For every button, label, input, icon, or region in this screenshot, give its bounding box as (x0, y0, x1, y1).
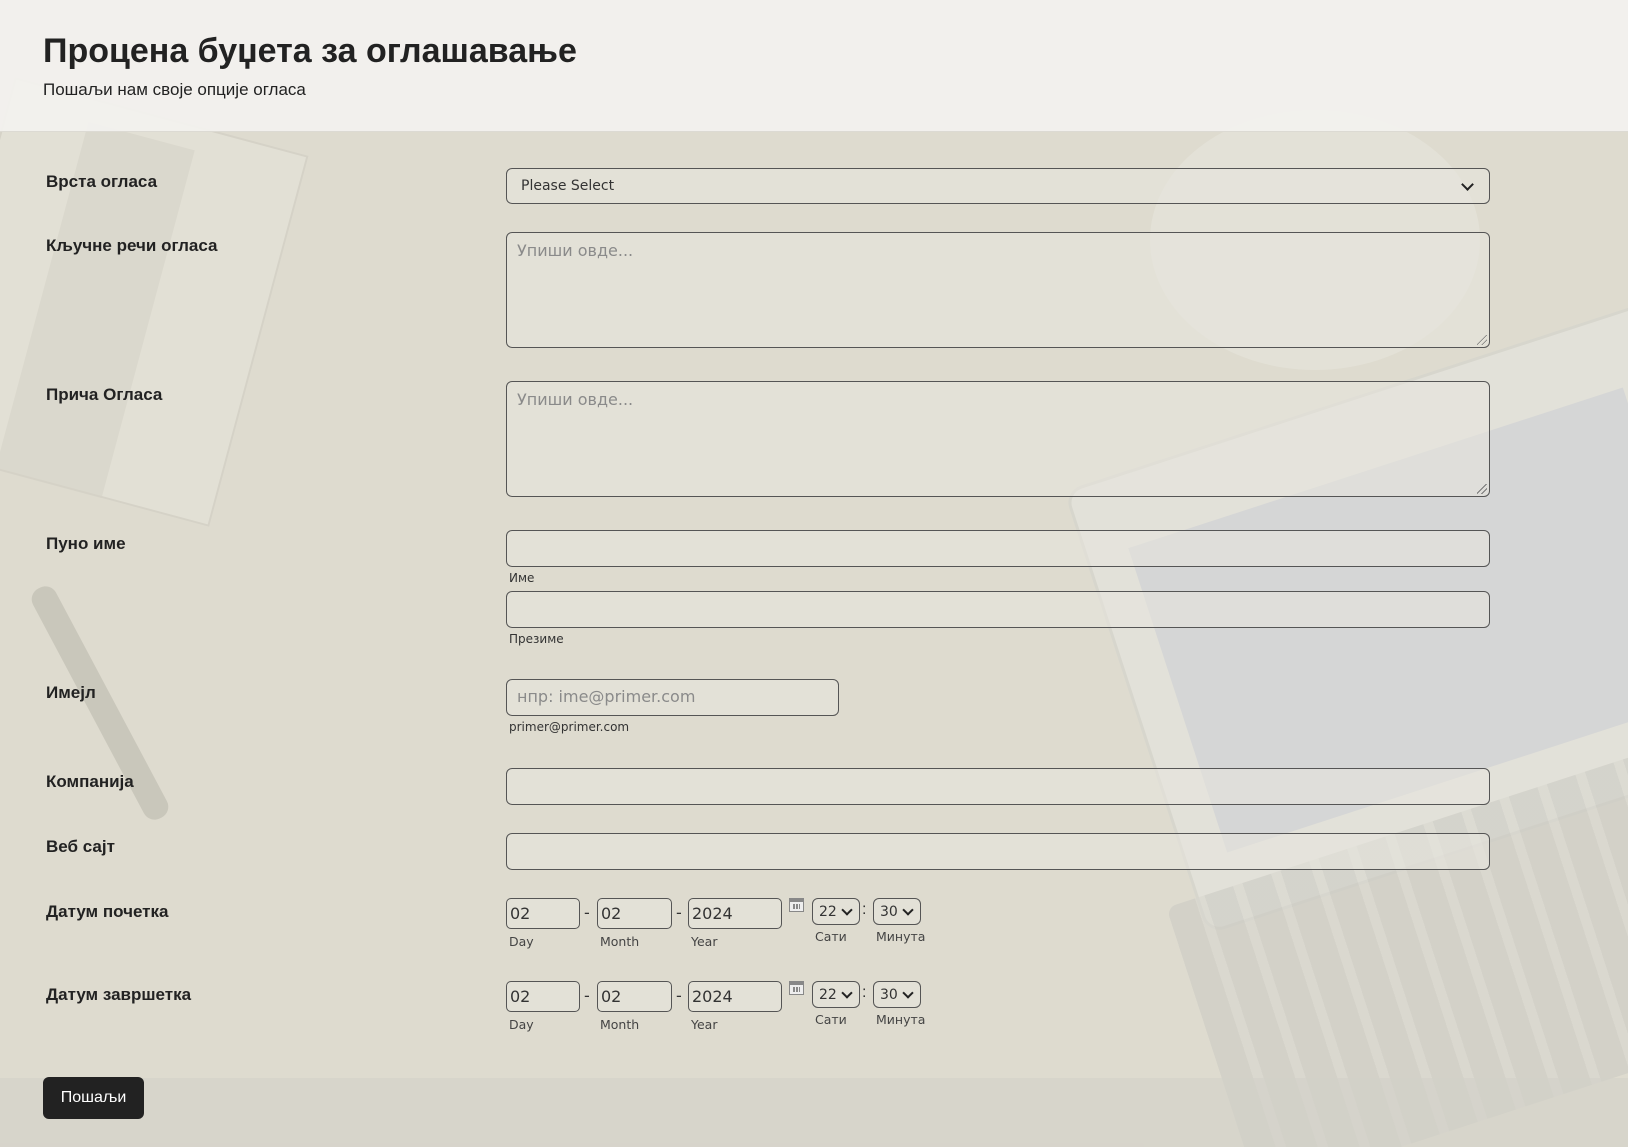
time-separator: : (862, 984, 867, 1001)
story-label: Прича Огласа (46, 385, 163, 404)
full-name-label: Пуно име (46, 534, 126, 553)
website-label: Веб сајт (46, 837, 115, 856)
minute-sublabel: Минута (876, 929, 926, 944)
end-hour-value: 22 (819, 986, 837, 1003)
first-name-input[interactable] (506, 530, 1490, 567)
page-subtitle: Пошаљи нам своје опције огласа (43, 80, 306, 99)
last-name-sublabel: Презиме (509, 632, 564, 646)
start-hour-value: 22 (819, 903, 837, 920)
start-minute-select[interactable]: 30 (873, 898, 921, 925)
website-input[interactable] (506, 833, 1490, 870)
last-name-input[interactable] (506, 591, 1490, 628)
ad-type-select[interactable]: Please Select (506, 168, 1490, 204)
email-sublabel: primer@primer.com (509, 720, 630, 734)
page-title: Процена буџета за оглашавање (43, 32, 577, 70)
start-hour-select[interactable]: 22 (812, 898, 860, 925)
start-date-label: Датум почетка (46, 902, 169, 921)
date-separator: - (676, 986, 682, 1005)
time-separator: : (862, 901, 867, 918)
start-day-input[interactable]: 02 (506, 898, 580, 929)
start-minute-value: 30 (880, 903, 898, 920)
minute-sublabel: Минута (876, 1012, 926, 1027)
end-minute-value: 30 (880, 986, 898, 1003)
keywords-label: Кључне речи огласа (46, 236, 218, 255)
start-year-input[interactable]: 2024 (688, 898, 782, 929)
keywords-placeholder: Упиши овде... (517, 241, 634, 260)
story-placeholder: Упиши овде... (517, 390, 634, 409)
end-month-input[interactable]: 02 (597, 981, 672, 1012)
ad-type-label: Врста огласа (46, 172, 158, 191)
date-separator: - (584, 986, 590, 1005)
date-separator: - (584, 903, 590, 922)
company-input[interactable] (506, 768, 1490, 805)
email-placeholder: нпр: ime@primer.com (517, 687, 696, 706)
resize-grip-icon[interactable] (1477, 484, 1487, 494)
calendar-icon[interactable] (789, 898, 804, 912)
first-name-sublabel: Име (509, 571, 535, 585)
month-sublabel: Month (600, 1017, 640, 1032)
end-hour-select[interactable]: 22 (812, 981, 860, 1008)
end-date-picker: 02 - 02 - 2024 Day Month Year 22 : 30 Са… (506, 981, 946, 1041)
chevron-down-icon (1461, 179, 1475, 193)
submit-button[interactable]: Пошаљи (43, 1077, 144, 1119)
chevron-down-icon (902, 989, 914, 1001)
hour-sublabel: Сати (815, 1012, 847, 1027)
end-minute-select[interactable]: 30 (873, 981, 921, 1008)
email-input[interactable]: нпр: ime@primer.com (506, 679, 839, 716)
chevron-down-icon (841, 989, 853, 1001)
start-date-picker: 02 - 02 - 2024 Day Month Year 22 : 30 Са… (506, 898, 946, 958)
month-sublabel: Month (600, 934, 640, 949)
form-footer (0, 1078, 1628, 1147)
resize-grip-icon[interactable] (1477, 335, 1487, 345)
date-separator: - (676, 903, 682, 922)
day-sublabel: Day (509, 934, 534, 949)
company-label: Компанија (46, 772, 134, 791)
email-label: Имејл (46, 683, 96, 702)
form-header: Процена буџета за оглашавање Пошаљи нам … (0, 0, 1628, 132)
day-sublabel: Day (509, 1017, 534, 1032)
keywords-textarea[interactable]: Упиши овде... (506, 232, 1490, 348)
year-sublabel: Year (691, 1017, 718, 1032)
story-textarea[interactable]: Упиши овде... (506, 381, 1490, 497)
form-page: Процена буџета за оглашавање Пошаљи нам … (0, 0, 1628, 1147)
end-day-input[interactable]: 02 (506, 981, 580, 1012)
chevron-down-icon (841, 906, 853, 918)
ad-type-selected-value: Please Select (521, 178, 615, 194)
chevron-down-icon (902, 906, 914, 918)
start-month-input[interactable]: 02 (597, 898, 672, 929)
end-date-label: Датум завршетка (46, 985, 192, 1004)
calendar-icon[interactable] (789, 981, 804, 995)
end-year-input[interactable]: 2024 (688, 981, 782, 1012)
hour-sublabel: Сати (815, 929, 847, 944)
year-sublabel: Year (691, 934, 718, 949)
background-notebook (0, 77, 309, 527)
